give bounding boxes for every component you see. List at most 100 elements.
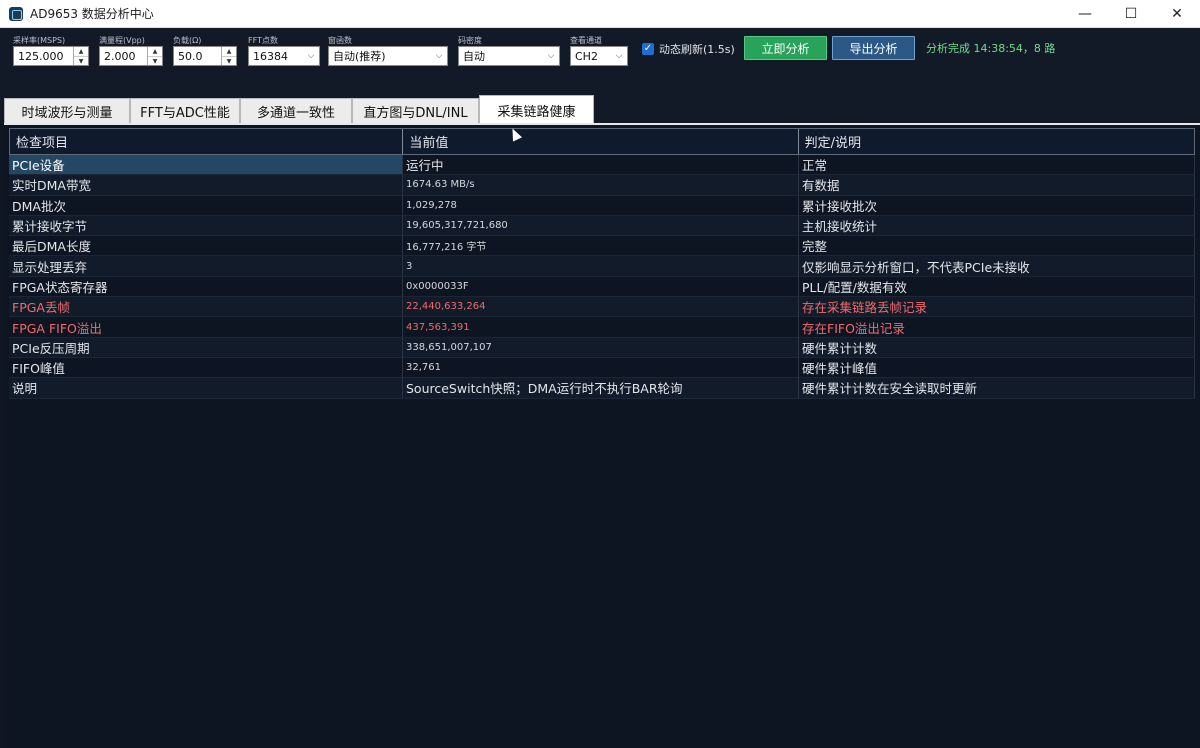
table-row[interactable]: 累计接收字节 19,605,317,721,680 主机接收统计 [9,215,1195,237]
density-value: 自动 [463,50,485,63]
tab-multichannel[interactable]: 多通道一致性 [240,98,352,124]
window-title: AD9653 数据分析中心 [30,7,154,21]
range-input[interactable]: 2.000 ▲ ▼ [99,46,163,66]
export-button[interactable]: 导出分析 [832,36,915,60]
stepper-up-icon[interactable]: ▲ [222,47,236,57]
load-value: 50.0 [178,49,203,63]
cell-value: 3 [403,256,799,277]
cell-item: FPGA丢帧 [9,297,403,318]
stepper-down-icon[interactable]: ▼ [148,57,162,66]
window-fn-select[interactable]: 自动(推荐) ⌵ [328,46,448,66]
tab-time-domain[interactable]: 时域波形与测量 [4,98,130,124]
header-item[interactable]: 检查项目 [10,129,404,154]
toolbar: 采样率(MSPS) 125.000 ▲ ▼ 满量程(Vpp) 2.000 ▲ ▼… [0,28,1200,94]
status-text: 分析完成 14:38:54，8 路 [926,42,1056,55]
title-bar: AD9653 数据分析中心 — ☐ ✕ [0,0,1200,28]
table-row[interactable]: FPGA FIFO溢出 437,563,391 存在FIFO溢出记录 [9,317,1195,338]
channel-select[interactable]: CH2 ⌵ [570,46,628,66]
table-row[interactable]: FPGA丢帧 22,440,633,264 存在采集链路丢帧记录 [9,297,1195,318]
cell-note: 仅影响显示分析窗口，不代表PCIe未接收 [799,256,1195,277]
table-row[interactable]: DMA批次 1,029,278 累计接收批次 [9,195,1195,216]
sample-rate-label: 采样率(MSPS) [13,36,66,45]
cell-item: 实时DMA带宽 [9,175,403,196]
cell-item: PCIe设备 [9,155,403,176]
auto-refresh-label: 动态刷新(1.5s) [659,43,735,56]
tab-link-health[interactable]: 采集链路健康 [479,95,594,124]
chevron-down-icon: ⌵ [547,51,555,61]
analyze-button[interactable]: 立即分析 [744,36,827,60]
cell-item: 累计接收字节 [9,215,403,237]
cell-note: 正常 [799,155,1195,176]
cell-value: 16,777,216 字节 [403,236,799,257]
window-fn-label: 窗函数 [328,36,352,45]
header-note[interactable]: 判定/说明 [799,129,1194,154]
cell-value: 437,563,391 [403,317,799,338]
cell-value: 32,761 [403,357,799,379]
cell-note: 完整 [799,236,1195,257]
tab-fft-adc[interactable]: FFT与ADC性能 [130,98,240,124]
table-row[interactable]: 实时DMA带宽 1674.63 MB/s 有数据 [9,175,1195,196]
checkmark-icon[interactable]: ✓ [642,43,654,55]
stepper-down-icon[interactable]: ▼ [74,57,88,66]
cell-note: 硬件累计计数在安全读取时更新 [799,378,1195,399]
cell-value: 22,440,633,264 [403,297,799,318]
load-input[interactable]: 50.0 ▲ ▼ [173,46,237,66]
cell-value: 1,029,278 [403,195,799,216]
cell-value: 0x0000033F [403,276,799,298]
density-label: 码密度 [458,36,482,45]
stepper-up-icon[interactable]: ▲ [148,47,162,57]
cell-note: 主机接收统计 [799,215,1195,237]
tab-bar: 时域波形与测量 FFT与ADC性能 多通道一致性 直方图与DNL/INL 采集链… [0,94,1200,124]
table-row[interactable]: 说明 SourceSwitch快照；DMA运行时不执行BAR轮询 硬件累计计数在… [9,378,1195,399]
maximize-button[interactable]: ☐ [1108,0,1154,28]
table-row[interactable]: FIFO峰值 32,761 硬件累计峰值 [9,357,1195,379]
table-row[interactable]: 最后DMA长度 16,777,216 字节 完整 [9,236,1195,257]
cell-value: 运行中 [403,155,799,176]
cell-value: 338,651,007,107 [403,337,799,358]
fft-points-value: 16384 [253,49,288,63]
cell-value: SourceSwitch快照；DMA运行时不执行BAR轮询 [403,378,799,399]
load-stepper[interactable]: ▲ ▼ [221,47,236,65]
range-value: 2.000 [104,49,136,63]
cell-value: 19,605,317,721,680 [403,215,799,237]
cell-item: PCIe反压周期 [9,337,403,358]
channel-value: CH2 [575,49,598,63]
sample-rate-input[interactable]: 125.000 ▲ ▼ [13,46,89,66]
table-row[interactable]: PCIe反压周期 338,651,007,107 硬件累计计数 [9,337,1195,358]
cell-note: 累计接收批次 [799,195,1195,216]
density-select[interactable]: 自动 ⌵ [458,46,560,66]
cell-item: FPGA FIFO溢出 [9,317,403,338]
stepper-up-icon[interactable]: ▲ [74,47,88,57]
fft-points-label: FFT点数 [248,36,278,45]
table-row[interactable]: PCIe设备 运行中 正常 [9,155,1195,176]
tab-histogram-dnl-inl[interactable]: 直方图与DNL/INL [352,98,479,124]
fft-points-select[interactable]: 16384 ⌵ [248,46,320,66]
cell-item: DMA批次 [9,195,403,216]
cell-value: 1674.63 MB/s [403,175,799,196]
window-fn-value: 自动(推荐) [333,50,386,63]
auto-refresh-toggle[interactable]: ✓ 动态刷新(1.5s) [642,41,735,57]
cell-note: 存在FIFO溢出记录 [799,317,1195,338]
chevron-down-icon: ⌵ [615,51,623,61]
app-chip-icon [9,6,23,21]
chevron-down-icon: ⌵ [435,51,443,61]
minimize-button[interactable]: — [1062,0,1108,28]
table-row[interactable]: FPGA状态寄存器 0x0000033F PLL/配置/数据有效 [9,276,1195,298]
cell-item: FPGA状态寄存器 [9,276,403,298]
cell-note: 有数据 [799,175,1195,196]
close-button[interactable]: ✕ [1154,0,1200,28]
cell-note: 硬件累计计数 [799,337,1195,358]
range-stepper[interactable]: ▲ ▼ [147,47,162,65]
cell-item: 说明 [9,378,403,399]
load-label: 负载(Ω) [173,36,202,45]
table-row[interactable]: 显示处理丢弃 3 仅影响显示分析窗口，不代表PCIe未接收 [9,256,1195,277]
cell-item: 最后DMA长度 [9,236,403,257]
cell-note: 硬件累计峰值 [799,357,1195,379]
stepper-down-icon[interactable]: ▼ [222,57,236,66]
channel-label: 查看通道 [570,36,602,45]
health-table: 检查项目 当前值 判定/说明 PCIe设备 运行中 正常 实时DMA带宽 167… [9,128,1195,399]
cell-note: 存在采集链路丢帧记录 [799,297,1195,318]
sample-rate-stepper[interactable]: ▲ ▼ [73,47,88,65]
window-controls: — ☐ ✕ [1062,0,1200,28]
header-value[interactable]: 当前值 [403,129,799,154]
